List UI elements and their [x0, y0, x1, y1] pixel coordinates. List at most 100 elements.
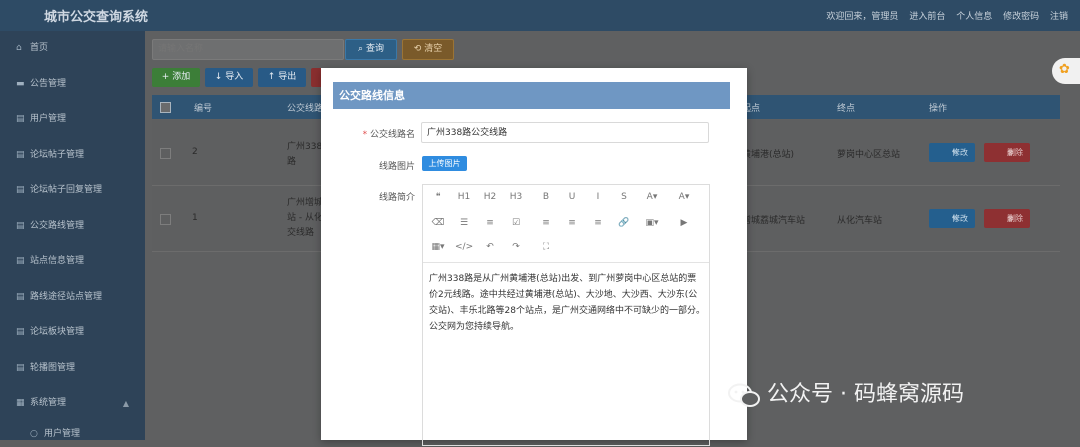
- search-box: [152, 39, 344, 60]
- bg-color-icon[interactable]: A▾: [675, 189, 693, 205]
- sidebar-subitem-users[interactable]: ○ 用户管理: [0, 422, 145, 447]
- change-password-link[interactable]: 修改密码: [1003, 12, 1039, 22]
- header-route: 公交线路: [287, 104, 324, 114]
- check-icon[interactable]: ☑: [507, 215, 525, 231]
- edit-button[interactable]: 修改 ✎: [929, 143, 975, 162]
- redo-icon[interactable]: ↷: [507, 239, 525, 255]
- image-field-label: 线路图片: [378, 162, 415, 172]
- undo-icon[interactable]: ↶: [481, 239, 499, 255]
- grid-icon: ▤: [16, 327, 25, 337]
- sidebar-item-notice[interactable]: ▬ 公告管理: [0, 67, 145, 103]
- sidebar-item-home[interactable]: ⌂ 首页: [0, 31, 145, 67]
- link-icon[interactable]: 🔗: [615, 215, 633, 231]
- editor-content[interactable]: 广州338路是从广州黄埔港(总站)出发、到广州萝岗中心区总站的票价2元线路。途中…: [429, 271, 705, 335]
- delete-button[interactable]: 删除 ⊗: [984, 143, 1030, 162]
- logout-link[interactable]: 注销: [1050, 12, 1068, 22]
- reset-icon: ⟲: [413, 44, 425, 54]
- import-button[interactable]: ↓ 导入: [205, 68, 253, 87]
- app-title: 城市公交查询系统: [44, 10, 149, 25]
- grid-icon: ▤: [16, 362, 25, 373]
- sidebar-item-forum-boards[interactable]: ▤ 论坛板块管理: [0, 315, 145, 351]
- sidebar-item-label: 论坛帖子管理: [30, 149, 85, 160]
- import-label: 导入: [225, 72, 244, 82]
- grid-icon: ▤: [16, 185, 25, 195]
- row-checkbox[interactable]: [160, 148, 171, 159]
- upload-image-button[interactable]: 上传图片: [422, 156, 467, 171]
- blockquote-icon[interactable]: ❝: [429, 189, 447, 205]
- route-name-input[interactable]: [422, 123, 703, 140]
- cell-end: 萝岗中心区总站: [837, 150, 901, 160]
- query-label: 查询: [365, 44, 384, 54]
- reset-button[interactable]: ⟲ 清空: [402, 39, 454, 60]
- cell-end: 从化汽车站: [837, 216, 883, 226]
- sidebar-item-label: 系统管理: [30, 398, 67, 408]
- required-marker: *: [362, 130, 370, 140]
- align-right-icon[interactable]: ≡: [589, 215, 607, 231]
- search-input[interactable]: [153, 40, 338, 57]
- row-checkbox[interactable]: [160, 214, 171, 225]
- sidebar-item-label: 用户管理: [30, 114, 67, 124]
- modal-title: 公交路线信息: [333, 82, 730, 109]
- video-icon[interactable]: ▶: [675, 215, 693, 231]
- font-color-icon[interactable]: A▾: [643, 189, 661, 205]
- h1-button[interactable]: H1: [455, 189, 473, 205]
- grid-icon: ▤: [16, 291, 25, 302]
- sidebar-item-label: 论坛帖子回复管理: [30, 185, 103, 195]
- floating-widget[interactable]: ✿: [1052, 58, 1080, 84]
- table-icon[interactable]: ▦▾: [429, 239, 447, 255]
- sidebar-item-carousel[interactable]: ▤ 轮播图管理: [0, 351, 145, 387]
- sidebar-item-forum-replies[interactable]: ▤ 论坛帖子回复管理: [0, 173, 145, 209]
- grid-icon: ▤: [16, 256, 25, 266]
- export-label: 导出: [278, 72, 297, 82]
- cell-id: 1: [192, 213, 198, 223]
- cell-start: 增城荔城汽车站: [742, 216, 806, 226]
- sidebar-item-users[interactable]: ▤ 用户管理: [0, 102, 145, 138]
- cell-route-line2: 路: [287, 157, 297, 167]
- align-left-icon[interactable]: ≡: [537, 215, 555, 231]
- query-button[interactable]: ⌕ 查询: [345, 39, 397, 60]
- watermark-text: 公众号 · 码蜂窝源码: [767, 382, 964, 407]
- name-label-text: 公交线路名: [369, 130, 415, 140]
- top-links: 欢迎回来，管理员 进入前台 个人信息 修改密码 注销: [818, 9, 1068, 22]
- download-icon: ↓: [214, 72, 226, 82]
- sidebar-item-bus-routes[interactable]: ▤ 公交路线管理: [0, 209, 145, 245]
- sidebar-item-label: 用户管理: [44, 428, 81, 439]
- header-id: 编号: [194, 104, 213, 114]
- delete-button[interactable]: 删除 ⊗: [984, 209, 1030, 228]
- profile-link[interactable]: 个人信息: [956, 12, 992, 22]
- welcome-text: 欢迎回来，管理员: [826, 12, 899, 22]
- add-button[interactable]: + 添加: [152, 68, 200, 87]
- list-ol-icon[interactable]: ≡: [481, 215, 499, 231]
- export-button[interactable]: ↑ 导出: [258, 68, 306, 87]
- flower-icon: ✿: [1059, 62, 1070, 77]
- align-center-icon[interactable]: ≡: [563, 215, 581, 231]
- sidebar-item-forum-posts[interactable]: ▤ 论坛帖子管理: [0, 138, 145, 174]
- edit-button[interactable]: 修改 ✎: [929, 209, 975, 228]
- sidebar-item-system[interactable]: ▦ 系统管理 ▲: [0, 386, 145, 422]
- italic-icon[interactable]: I: [589, 189, 607, 205]
- code-icon[interactable]: </>: [455, 239, 473, 255]
- fullscreen-icon[interactable]: ⛶: [537, 239, 555, 255]
- select-all-checkbox[interactable]: [160, 102, 171, 113]
- clean-icon[interactable]: ⌫: [429, 215, 447, 231]
- bold-icon[interactable]: B: [537, 189, 555, 205]
- h3-button[interactable]: H3: [507, 189, 525, 205]
- image-icon[interactable]: ▣▾: [643, 215, 661, 231]
- sidebar-item-stations[interactable]: ▤ 站点信息管理: [0, 244, 145, 280]
- cell-route-line2: 站 - 从化: [287, 213, 323, 223]
- sidebar-item-route-stations[interactable]: ▤ 路线途径站点管理: [0, 280, 145, 316]
- watermark: 公众号 · 码蜂窝源码: [727, 378, 1057, 412]
- list-ul-icon[interactable]: ☰: [455, 215, 473, 231]
- intro-field-label: 线路简介: [378, 193, 415, 203]
- add-label: 添加: [172, 72, 191, 82]
- grid-icon: ▤: [16, 220, 25, 231]
- strike-icon[interactable]: S: [615, 189, 633, 205]
- cell-route-line3: 交线路: [287, 228, 315, 238]
- cell-start: 黄埔港(总站): [742, 150, 795, 160]
- h2-button[interactable]: H2: [481, 189, 499, 205]
- route-info-modal: 公交路线信息 * 公交线路名 线路图片 上传图片 线路简介 ❝ H1 H2 H3 BUI…: [321, 68, 747, 446]
- frontend-link[interactable]: 进入前台: [909, 12, 945, 22]
- underline-icon[interactable]: U: [563, 189, 581, 205]
- header-actions: 操作: [929, 104, 948, 114]
- cell-route-line1: 广州338: [287, 142, 323, 152]
